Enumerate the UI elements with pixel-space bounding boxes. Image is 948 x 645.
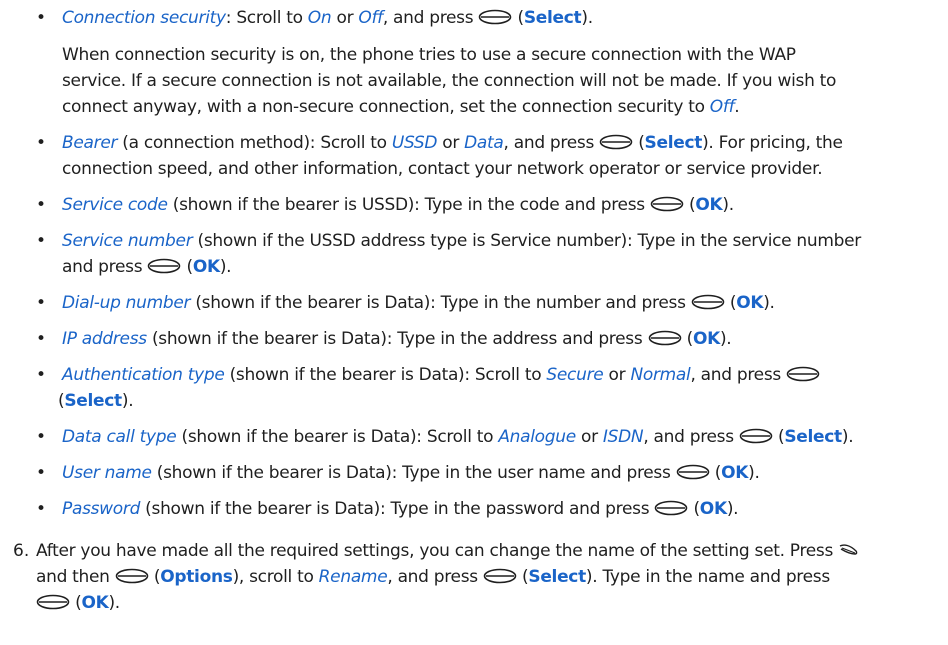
select-key-icon (478, 9, 512, 25)
paragraph-line: When connection security is on, the phon… (62, 45, 796, 65)
option-term: IP address (62, 329, 147, 349)
step-number: 6. (13, 541, 30, 561)
bullet-icon: • (36, 195, 47, 215)
select-key-icon (115, 568, 149, 584)
paragraph-line: service. If a secure connection is not a… (62, 71, 837, 91)
list-item: Data call type (shown if the bearer is D… (62, 427, 854, 447)
option-term: Password (62, 499, 141, 519)
list-item: Service code (shown if the bearer is USS… (62, 195, 734, 215)
bullet-icon: • (36, 231, 47, 251)
option-term: Data call type (62, 427, 177, 447)
option-term: Authentication type (62, 365, 225, 385)
option-term: Service code (62, 195, 168, 215)
option-term: Dial-up number (62, 293, 191, 313)
list-item: Authentication type (shown if the bearer… (62, 364, 820, 386)
select-key-icon (654, 500, 688, 516)
paragraph-line: connect anyway, with a non-secure connec… (62, 97, 740, 117)
bullet-icon: • (36, 133, 47, 153)
select-key-icon (786, 366, 820, 382)
select-key-icon (36, 594, 70, 610)
option-term: User name (62, 463, 152, 483)
bullet-icon: • (36, 499, 47, 519)
bullet-icon: • (36, 293, 47, 313)
menu-key-icon (838, 542, 860, 558)
select-key-icon (599, 134, 633, 150)
list-item: Service number (shown if the USSD addres… (62, 231, 861, 251)
select-key-icon (483, 568, 517, 584)
paragraph-line: connection speed, and other information,… (62, 159, 823, 179)
select-key-icon (691, 294, 725, 310)
select-key-icon (648, 330, 682, 346)
option-term: Service number (62, 231, 193, 251)
paragraph-line: and press (OK). (62, 257, 232, 277)
list-item: IP address (shown if the bearer is Data)… (62, 329, 732, 349)
bullet-icon: • (36, 463, 47, 483)
list-item: Connection security: Scroll to On or Off… (62, 8, 593, 28)
select-key-icon (147, 258, 181, 274)
bullet-icon: • (36, 365, 47, 385)
list-item: Dial-up number (shown if the bearer is D… (62, 293, 775, 313)
list-item: User name (shown if the bearer is Data):… (62, 463, 760, 483)
bullet-icon: • (36, 8, 47, 28)
option-term: Connection security (62, 8, 226, 28)
manual-page: • Connection security: Scroll to On or O… (0, 0, 948, 645)
list-item: Bearer (a connection method): Scroll to … (62, 133, 843, 153)
paragraph-line: (Select). (58, 391, 134, 411)
step-line: and then (Options), scroll to Rename, an… (36, 567, 830, 587)
list-item: Password (shown if the bearer is Data): … (62, 499, 739, 519)
option-term: Bearer (62, 133, 118, 153)
step-line: (OK). (36, 592, 120, 614)
select-key-icon (650, 196, 684, 212)
select-key-icon (676, 464, 710, 480)
bullet-icon: • (36, 329, 47, 349)
bullet-icon: • (36, 427, 47, 447)
select-key-icon (739, 428, 773, 444)
step-line: After you have made all the required set… (36, 540, 860, 562)
